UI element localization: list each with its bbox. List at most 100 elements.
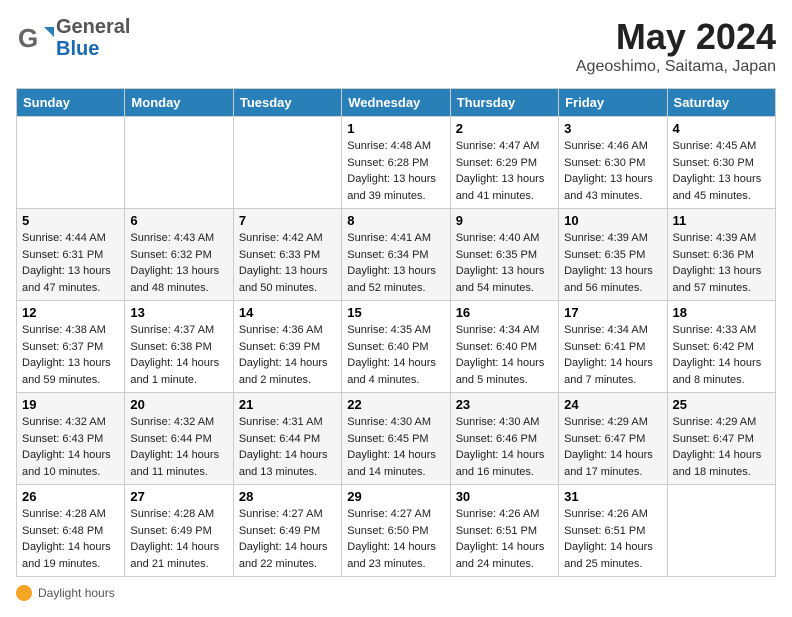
calendar-cell: 1 Sunrise: 4:48 AM Sunset: 6:28 PM Daylig… [342, 117, 450, 209]
day-info: Sunrise: 4:48 AM Sunset: 6:28 PM Dayligh… [347, 138, 444, 204]
day-info: Sunrise: 4:41 AM Sunset: 6:34 PM Dayligh… [347, 230, 444, 296]
calendar-cell: 22 Sunrise: 4:30 AM Sunset: 6:45 PM Dayli… [342, 393, 450, 485]
day-number: 15 [347, 305, 444, 320]
day-info: Sunrise: 4:31 AM Sunset: 6:44 PM Dayligh… [239, 414, 336, 480]
day-number: 12 [22, 305, 119, 320]
day-info: Sunrise: 4:40 AM Sunset: 6:35 PM Dayligh… [456, 230, 553, 296]
calendar-week-4: 19Sunrise: 4:32 AM Sunset: 6:43 PM Dayli… [17, 393, 776, 485]
calendar-cell: 20Sunrise: 4:32 AM Sunset: 6:44 PM Dayli… [125, 393, 233, 485]
day-info: Sunrise: 4:27 AM Sunset: 6:49 PM Dayligh… [239, 506, 336, 572]
day-info: Sunrise: 4:26 AM Sunset: 6:51 PM Dayligh… [456, 506, 553, 572]
calendar-cell: 25Sunrise: 4:29 AM Sunset: 6:47 PM Dayli… [667, 393, 775, 485]
day-info: Sunrise: 4:27 AM Sunset: 6:50 PM Dayligh… [347, 506, 444, 572]
day-number: 30 [456, 489, 553, 504]
calendar-cell: 24 Sunrise: 4:29 AM Sunset: 6:47 PM Dayli… [559, 393, 667, 485]
sub-title: Ageoshimo, Saitama, Japan [576, 58, 776, 76]
day-info: Sunrise: 4:34 AM Sunset: 6:40 PM Dayligh… [456, 322, 553, 388]
calendar-cell: 2 Sunrise: 4:47 AM Sunset: 6:29 PM Daylig… [450, 117, 558, 209]
calendar-cell: 15 Sunrise: 4:35 AM Sunset: 6:40 PM Dayli… [342, 301, 450, 393]
day-number: 7 [239, 213, 336, 228]
calendar-cell: 9 Sunrise: 4:40 AM Sunset: 6:35 PM Daylig… [450, 209, 558, 301]
day-number: 17 [564, 305, 661, 320]
day-number: 5 [22, 213, 119, 228]
day-info: Sunrise: 4:29 AM Sunset: 6:47 PM Dayligh… [564, 414, 661, 480]
logo-general-text: General [56, 16, 130, 38]
day-number: 24 [564, 397, 661, 412]
col-header-monday: Monday [125, 89, 233, 117]
col-header-saturday: Saturday [667, 89, 775, 117]
day-number: 31 [564, 489, 661, 504]
calendar-cell: 26 Sunrise: 4:28 AM Sunset: 6:48 PM Dayli… [17, 485, 125, 577]
day-number: 2 [456, 121, 553, 136]
day-number: 16 [456, 305, 553, 320]
calendar-week-5: 26 Sunrise: 4:28 AM Sunset: 6:48 PM Dayli… [17, 485, 776, 577]
col-header-wednesday: Wednesday [342, 89, 450, 117]
day-info: Sunrise: 4:26 AM Sunset: 6:51 PM Dayligh… [564, 506, 661, 572]
calendar-body: 1 Sunrise: 4:48 AM Sunset: 6:28 PM Daylig… [17, 117, 776, 577]
day-number: 4 [673, 121, 770, 136]
day-number: 6 [130, 213, 227, 228]
calendar-week-1: 1 Sunrise: 4:48 AM Sunset: 6:28 PM Daylig… [17, 117, 776, 209]
header-row: SundayMondayTuesdayWednesdayThursdayFrid… [17, 89, 776, 117]
calendar-cell: 31 Sunrise: 4:26 AM Sunset: 6:51 PM Dayli… [559, 485, 667, 577]
calendar-cell: 10Sunrise: 4:39 AM Sunset: 6:35 PM Dayli… [559, 209, 667, 301]
day-info: Sunrise: 4:42 AM Sunset: 6:33 PM Dayligh… [239, 230, 336, 296]
calendar-cell: 29 Sunrise: 4:27 AM Sunset: 6:50 PM Dayli… [342, 485, 450, 577]
col-header-thursday: Thursday [450, 89, 558, 117]
day-number: 23 [456, 397, 553, 412]
calendar-cell [233, 117, 341, 209]
day-info: Sunrise: 4:44 AM Sunset: 6:31 PM Dayligh… [22, 230, 119, 296]
col-header-friday: Friday [559, 89, 667, 117]
day-number: 10 [564, 213, 661, 228]
calendar-cell: 4 Sunrise: 4:45 AM Sunset: 6:30 PM Daylig… [667, 117, 775, 209]
calendar-cell: 27Sunrise: 4:28 AM Sunset: 6:49 PM Dayli… [125, 485, 233, 577]
day-number: 1 [347, 121, 444, 136]
day-number: 21 [239, 397, 336, 412]
day-info: Sunrise: 4:46 AM Sunset: 6:30 PM Dayligh… [564, 138, 661, 204]
calendar-header: SundayMondayTuesdayWednesdayThursdayFrid… [17, 89, 776, 117]
col-header-sunday: Sunday [17, 89, 125, 117]
day-number: 29 [347, 489, 444, 504]
page-header: G General Blue May 2024 Ageoshimo, Saita… [16, 16, 776, 76]
day-info: Sunrise: 4:33 AM Sunset: 6:42 PM Dayligh… [673, 322, 770, 388]
day-number: 9 [456, 213, 553, 228]
day-number: 26 [22, 489, 119, 504]
calendar-cell [667, 485, 775, 577]
main-title: May 2024 [576, 16, 776, 58]
calendar-cell: 18 Sunrise: 4:33 AM Sunset: 6:42 PM Dayli… [667, 301, 775, 393]
day-info: Sunrise: 4:29 AM Sunset: 6:47 PM Dayligh… [673, 414, 770, 480]
calendar-cell: 7 Sunrise: 4:42 AM Sunset: 6:33 PM Daylig… [233, 209, 341, 301]
calendar-cell: 14Sunrise: 4:36 AM Sunset: 6:39 PM Dayli… [233, 301, 341, 393]
day-number: 11 [673, 213, 770, 228]
calendar-cell: 5 Sunrise: 4:44 AM Sunset: 6:31 PM Daylig… [17, 209, 125, 301]
logo-blue-text: Blue [56, 38, 130, 60]
logo-icon: G [16, 19, 54, 57]
calendar-cell: 28Sunrise: 4:27 AM Sunset: 6:49 PM Dayli… [233, 485, 341, 577]
svg-text:G: G [18, 23, 38, 53]
day-number: 13 [130, 305, 227, 320]
day-number: 27 [130, 489, 227, 504]
day-number: 19 [22, 397, 119, 412]
calendar-cell: 16 Sunrise: 4:34 AM Sunset: 6:40 PM Dayli… [450, 301, 558, 393]
day-info: Sunrise: 4:35 AM Sunset: 6:40 PM Dayligh… [347, 322, 444, 388]
day-number: 18 [673, 305, 770, 320]
calendar-cell: 13Sunrise: 4:37 AM Sunset: 6:38 PM Dayli… [125, 301, 233, 393]
day-number: 22 [347, 397, 444, 412]
calendar-cell: 11 Sunrise: 4:39 AM Sunset: 6:36 PM Dayli… [667, 209, 775, 301]
day-number: 14 [239, 305, 336, 320]
day-info: Sunrise: 4:30 AM Sunset: 6:45 PM Dayligh… [347, 414, 444, 480]
day-info: Sunrise: 4:45 AM Sunset: 6:30 PM Dayligh… [673, 138, 770, 204]
calendar-cell: 17Sunrise: 4:34 AM Sunset: 6:41 PM Dayli… [559, 301, 667, 393]
logo-words: General Blue [56, 16, 130, 60]
calendar-cell: 30 Sunrise: 4:26 AM Sunset: 6:51 PM Dayli… [450, 485, 558, 577]
day-info: Sunrise: 4:47 AM Sunset: 6:29 PM Dayligh… [456, 138, 553, 204]
calendar-week-3: 12Sunrise: 4:38 AM Sunset: 6:37 PM Dayli… [17, 301, 776, 393]
calendar-table: SundayMondayTuesdayWednesdayThursdayFrid… [16, 88, 776, 577]
calendar-cell [125, 117, 233, 209]
calendar-cell: 19Sunrise: 4:32 AM Sunset: 6:43 PM Dayli… [17, 393, 125, 485]
day-info: Sunrise: 4:39 AM Sunset: 6:36 PM Dayligh… [673, 230, 770, 296]
footer: Daylight hours [16, 585, 776, 601]
calendar-week-2: 5 Sunrise: 4:44 AM Sunset: 6:31 PM Daylig… [17, 209, 776, 301]
day-info: Sunrise: 4:28 AM Sunset: 6:48 PM Dayligh… [22, 506, 119, 572]
calendar-cell [17, 117, 125, 209]
